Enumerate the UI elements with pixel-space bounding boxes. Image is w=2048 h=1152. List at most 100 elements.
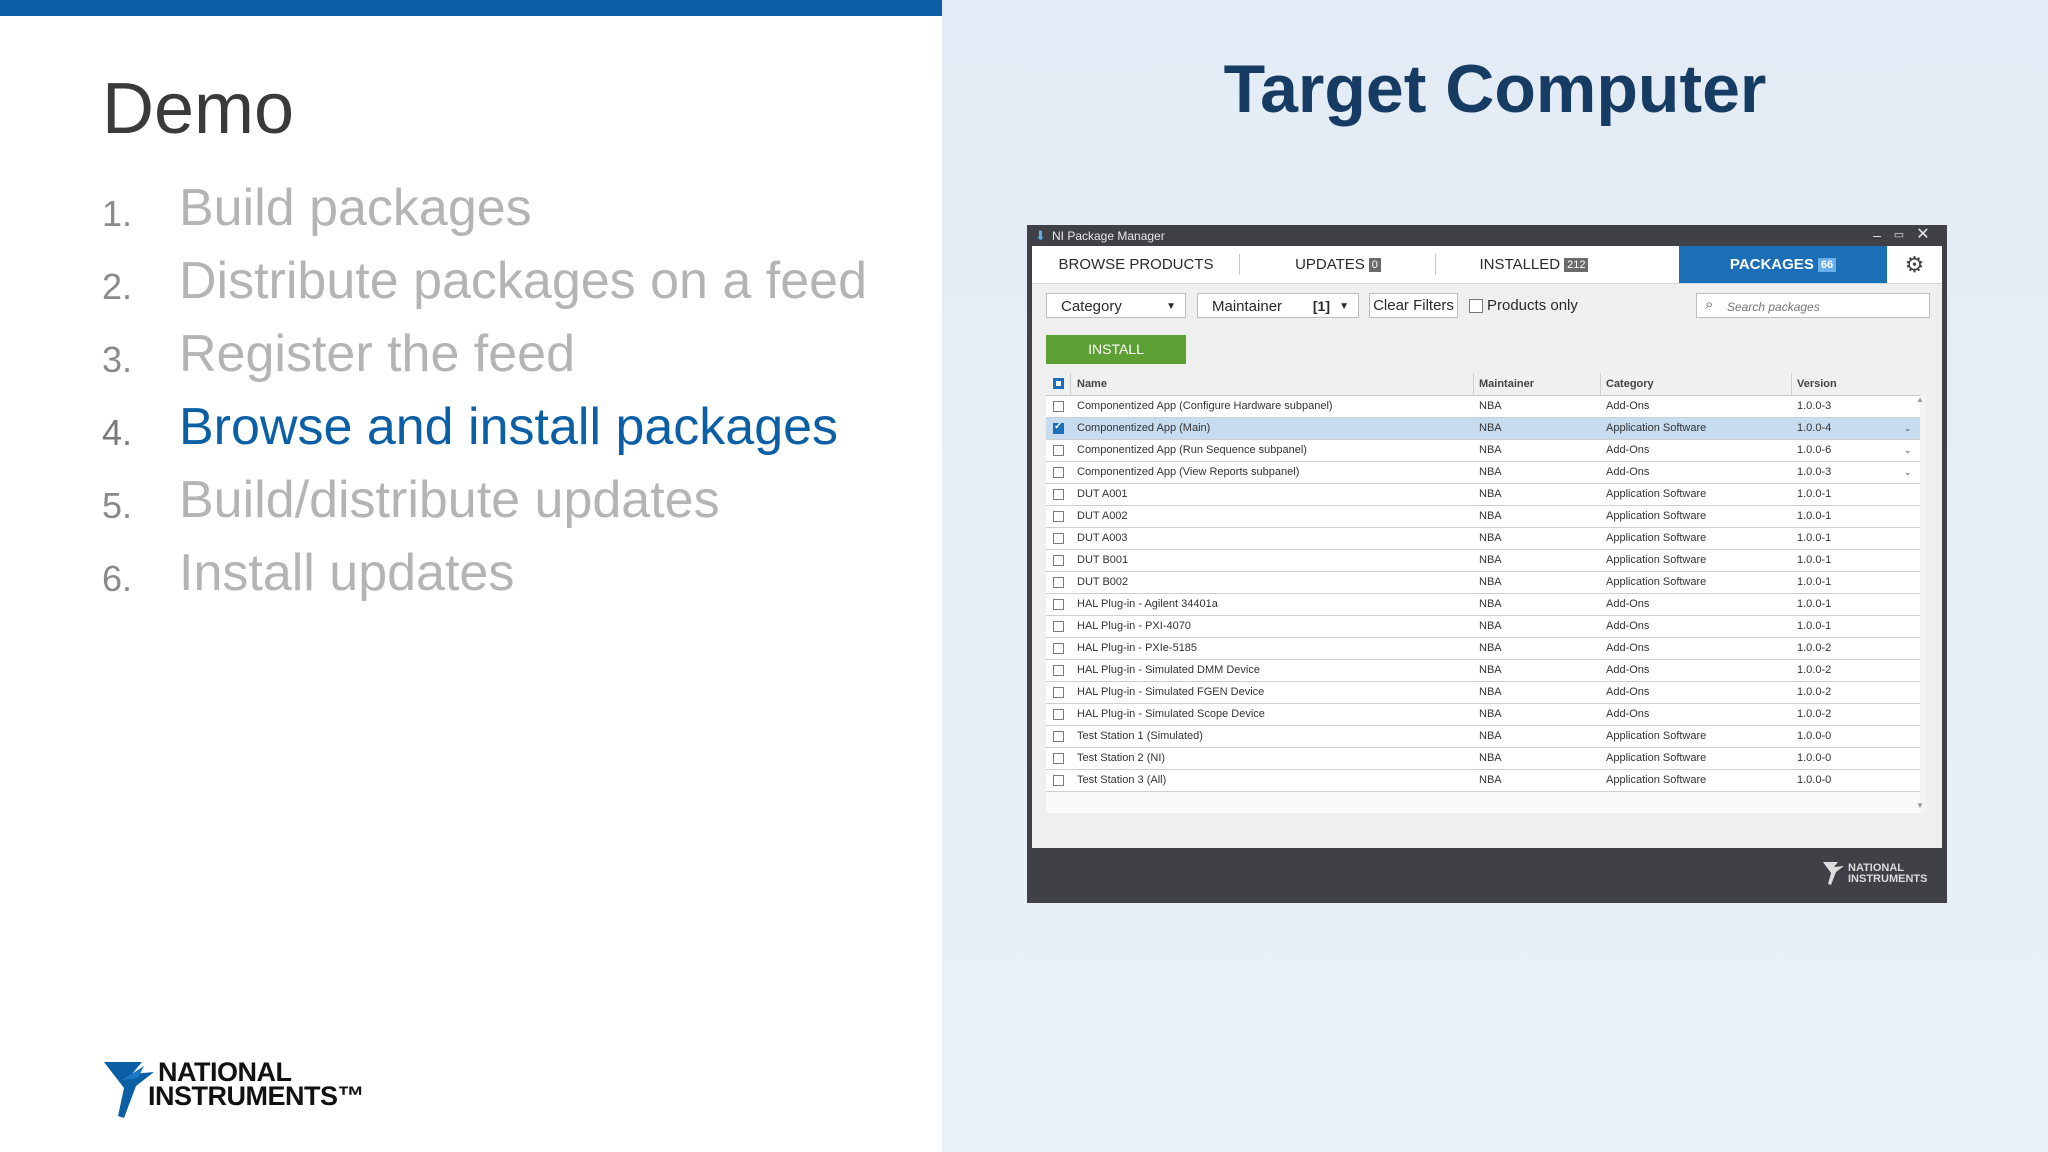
table-row[interactable]: HAL Plug-in - Agilent 34401a NBA Add-Ons 1.… (1046, 594, 1920, 616)
maintainer-dropdown[interactable]: Maintainer [1] ▼ (1197, 293, 1359, 318)
table-row[interactable]: DUT A002 NBA Application Software 1.0.0-1 (1046, 506, 1920, 528)
row-checkbox[interactable] (1053, 533, 1064, 544)
top-accent-bar (0, 0, 942, 16)
tab-updates[interactable]: UPDATES 0 (1240, 246, 1436, 283)
category-dropdown[interactable]: Category ▼ (1046, 293, 1186, 318)
table-row[interactable]: HAL Plug-in - Simulated FGEN Device NBA Ad… (1046, 682, 1920, 704)
column-header-name[interactable]: Name (1077, 373, 1107, 395)
tab-label: INSTALLED (1479, 256, 1561, 273)
install-button[interactable]: INSTALL (1046, 335, 1186, 364)
table-row[interactable]: DUT A001 NBA Application Software 1.0.0-1 (1046, 484, 1920, 506)
tab-label: BROWSE PRODUCTS (1058, 256, 1214, 273)
package-maintainer: NBA (1479, 466, 1502, 478)
row-checkbox[interactable] (1053, 599, 1064, 610)
row-checkbox[interactable] (1053, 555, 1064, 566)
row-checkbox[interactable] (1053, 775, 1064, 786)
package-version: 1.0.0-1 (1797, 532, 1832, 544)
row-checkbox[interactable] (1053, 489, 1064, 500)
column-header-category[interactable]: Category (1606, 373, 1654, 395)
row-checkbox[interactable] (1053, 401, 1064, 412)
package-name: DUT B002 (1077, 576, 1129, 588)
search-input[interactable] (1725, 296, 1925, 317)
table-row[interactable]: Test Station 1 (Simulated) NBA Application… (1046, 726, 1920, 748)
package-manager-content: BROWSE PRODUCTS UPDATES 0 INSTALLED 212 PA… (1032, 246, 1942, 848)
row-checkbox[interactable] (1053, 577, 1064, 588)
table-row[interactable]: HAL Plug-in - Simulated Scope Device NBA A… (1046, 704, 1920, 726)
table-row[interactable]: Test Station 3 (All) NBA Application Softw… (1046, 770, 1920, 792)
maintainer-filter-count: [1] (1312, 298, 1330, 314)
category-dropdown-label: Category (1061, 298, 1122, 315)
package-category: Application Software (1606, 752, 1707, 764)
table-row[interactable]: DUT A003 NBA Application Software 1.0.0-1 (1046, 528, 1920, 550)
package-version: 1.0.0-2 (1797, 686, 1832, 698)
packages-count-badge: 66 (1817, 258, 1837, 272)
row-checkbox[interactable] (1053, 511, 1064, 522)
row-checkbox[interactable] (1053, 687, 1064, 698)
scroll-down-arrow-icon[interactable]: ▼ (1916, 801, 1924, 810)
package-category: Add-Ons (1606, 620, 1650, 632)
search-box[interactable]: ⌕ (1696, 293, 1930, 318)
window-titlebar[interactable]: ⬇ NI Package Manager ‒ ▭ ✕ (1027, 225, 1947, 246)
column-header-version[interactable]: Version (1797, 373, 1837, 395)
table-row[interactable]: HAL Plug-in - PXI-4070 NBA Add-Ons 1.0.0-1 (1046, 616, 1920, 638)
tab-browse-products[interactable]: BROWSE PRODUCTS (1032, 246, 1240, 283)
settings-gear-icon[interactable]: ⚙ (1887, 246, 1942, 283)
package-name: Componentized App (View Reports subpanel… (1077, 466, 1300, 478)
package-name: Componentized App (Run Sequence subpanel… (1077, 444, 1307, 456)
table-row[interactable]: HAL Plug-in - Simulated DMM Device NBA Add… (1046, 660, 1920, 682)
row-checkbox[interactable] (1053, 421, 1064, 434)
package-category: Add-Ons (1606, 708, 1650, 720)
scroll-up-arrow-icon[interactable]: ▲ (1916, 395, 1924, 404)
table-row[interactable]: DUT B002 NBA Application Software 1.0.0-1 (1046, 572, 1920, 594)
table-row[interactable]: Componentized App (Main) NBA Application S… (1046, 418, 1920, 440)
dropdown-arrow-icon: ▼ (1339, 301, 1349, 312)
package-maintainer: NBA (1479, 400, 1502, 412)
version-dropdown-icon[interactable]: ⌄ (1904, 462, 1912, 483)
row-checkbox[interactable] (1053, 445, 1064, 456)
agenda-item-number: 6. (102, 558, 133, 599)
close-button[interactable]: ✕ (1913, 226, 1933, 244)
package-category: Add-Ons (1606, 400, 1650, 412)
package-maintainer: NBA (1479, 686, 1502, 698)
package-name: DUT B001 (1077, 554, 1129, 566)
row-checkbox[interactable] (1053, 665, 1064, 676)
slide-left-panel: Demo 1. Build packages 2. Distribute packag… (0, 0, 942, 1152)
version-dropdown-icon[interactable]: ⌄ (1904, 418, 1912, 439)
clear-filters-button[interactable]: Clear Filters (1369, 293, 1458, 318)
tab-packages[interactable]: PACKAGES 66 (1679, 246, 1887, 283)
vertical-scrollbar[interactable] (1920, 395, 1926, 813)
version-dropdown-icon[interactable]: ⌄ (1904, 440, 1912, 461)
ni-logo-wordmark: NATIONAL INSTRUMENTS™ (148, 1059, 365, 1110)
maximize-button[interactable]: ▭ (1889, 226, 1909, 244)
row-checkbox[interactable] (1053, 467, 1064, 478)
row-checkbox[interactable] (1053, 731, 1064, 742)
table-row[interactable]: HAL Plug-in - PXIe-5185 NBA Add-Ons 1.0.0-2 (1046, 638, 1920, 660)
minimize-button[interactable]: ‒ (1867, 226, 1887, 244)
row-checkbox[interactable] (1053, 621, 1064, 632)
select-all-checkbox[interactable] (1053, 378, 1064, 389)
package-name: DUT A003 (1077, 532, 1128, 544)
row-checkbox[interactable] (1053, 753, 1064, 764)
table-row[interactable]: DUT B001 NBA Application Software 1.0.0-1 (1046, 550, 1920, 572)
table-row[interactable]: Componentized App (Configure Hardware su… (1046, 396, 1920, 418)
package-category: Application Software (1606, 730, 1707, 742)
package-version: 1.0.0-4 (1797, 422, 1832, 434)
package-name: DUT A001 (1077, 488, 1128, 500)
table-row[interactable]: Test Station 2 (NI) NBA Application Softwa… (1046, 748, 1920, 770)
column-header-maintainer[interactable]: Maintainer (1479, 373, 1534, 395)
package-name: Componentized App (Main) (1077, 422, 1211, 434)
agenda-item-number: 3. (102, 339, 133, 380)
package-name: Test Station 3 (All) (1077, 774, 1167, 786)
package-maintainer: NBA (1479, 730, 1502, 742)
right-title: Target Computer (1223, 51, 1767, 127)
tab-installed[interactable]: INSTALLED 212 (1436, 246, 1632, 283)
checkbox-box[interactable] (1469, 299, 1483, 313)
table-row[interactable]: Componentized App (Run Sequence subpanel… (1046, 440, 1920, 462)
ni-eagle-icon (1823, 862, 1844, 885)
row-checkbox[interactable] (1053, 643, 1064, 654)
row-checkbox[interactable] (1053, 709, 1064, 720)
ni-footer-wordmark: NATIONAL INSTRUMENTS (1848, 863, 1927, 885)
package-maintainer: NBA (1479, 576, 1502, 588)
table-row[interactable]: Componentized App (View Reports subpanel… (1046, 462, 1920, 484)
products-only-label: Products only (1487, 297, 1578, 314)
